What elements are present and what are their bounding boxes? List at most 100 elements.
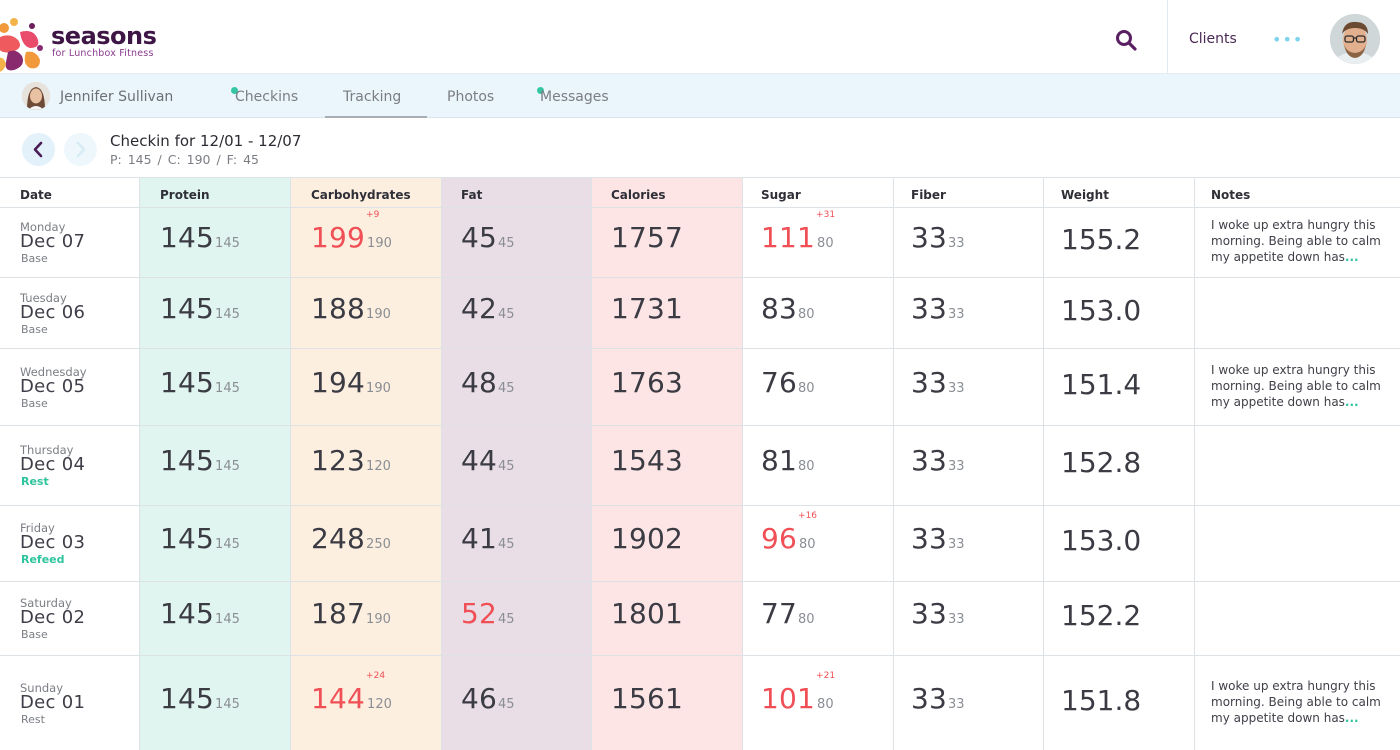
carbohydrates-cell[interactable]: 123120 xyxy=(311,444,391,477)
table-row[interactable]: Thursday Dec 04 Rest 145145 123120 4445 8180 33… xyxy=(0,425,1400,505)
calories-cell[interactable]: 1902 xyxy=(611,522,683,555)
app-header: seasons for Lunchbox Fitness Clients ••• xyxy=(0,0,1400,74)
clients-nav-link[interactable]: Clients xyxy=(1189,31,1237,47)
header-fat[interactable]: Fat xyxy=(461,188,482,202)
carbohydrates-cell[interactable]: 144 +24 120 xyxy=(311,671,392,715)
header-protein[interactable]: Protein xyxy=(160,188,210,202)
note-expand-link[interactable]: ... xyxy=(1345,395,1359,409)
protein-target: 145 xyxy=(215,381,240,396)
row-date: Dec 01 xyxy=(20,692,86,713)
fat-cell[interactable]: 4545 xyxy=(461,221,515,254)
search-icon[interactable] xyxy=(1114,28,1138,52)
fat-cell[interactable]: 4245 xyxy=(461,292,515,325)
carbohydrates-cell[interactable]: 248250 xyxy=(311,522,391,555)
protein-cell[interactable]: 145145 xyxy=(160,522,240,555)
fat-cell[interactable]: 4145 xyxy=(461,522,515,555)
carbohydrates-cell[interactable]: 199 +9 190 xyxy=(311,210,392,254)
fat-value: 42 xyxy=(461,292,498,325)
fat-value: 45 xyxy=(461,221,498,254)
fat-cell[interactable]: 5245 xyxy=(461,597,515,630)
carbohydrates-target-stack: +9 190 xyxy=(366,210,392,251)
table-row[interactable]: Sunday Dec 01 Rest 145145 144 +24 120 4645 101 +2… xyxy=(0,655,1400,750)
sugar-value: 101 xyxy=(761,682,816,715)
note-expand-link[interactable]: ... xyxy=(1345,250,1359,264)
table-row[interactable]: Tuesday Dec 06 Base 145145 188190 4245 8380 333… xyxy=(0,277,1400,348)
weight-cell[interactable]: 151.8 xyxy=(1061,684,1141,717)
table-row[interactable]: Wednesday Dec 05 Base 145145 194190 4845 7680 3… xyxy=(0,348,1400,425)
protein-cell[interactable]: 145145 xyxy=(160,682,240,715)
carbohydrates-cell[interactable]: 188190 xyxy=(311,292,391,325)
weight-cell[interactable]: 152.2 xyxy=(1061,599,1141,632)
header-weight[interactable]: Weight xyxy=(1061,188,1109,202)
fat-cell[interactable]: 4845 xyxy=(461,366,515,399)
brand-name[interactable]: seasons xyxy=(51,22,157,50)
header-sugar[interactable]: Sugar xyxy=(761,188,801,202)
weight-cell[interactable]: 155.2 xyxy=(1061,223,1141,256)
more-options-icon[interactable]: ••• xyxy=(1272,30,1302,50)
carbohydrates-value: 199 xyxy=(311,221,366,254)
calories-cell[interactable]: 1561 xyxy=(611,682,683,715)
header-carbohydrates[interactable]: Carbohydrates xyxy=(311,188,411,202)
weight-value: 151.8 xyxy=(1061,684,1142,717)
protein-cell[interactable]: 145145 xyxy=(160,597,240,630)
next-week-button[interactable] xyxy=(64,133,97,166)
sugar-cell[interactable]: 111 +31 80 xyxy=(761,210,835,254)
fat-cell[interactable]: 4445 xyxy=(461,444,515,477)
note-cell[interactable]: I woke up extra hungry this morning. Bei… xyxy=(1211,362,1387,410)
tab-photos[interactable]: Photos xyxy=(447,89,494,105)
table-row[interactable]: Saturday Dec 02 Base 145145 187190 5245 7780 33… xyxy=(0,581,1400,655)
calories-cell[interactable]: 1731 xyxy=(611,292,683,325)
header-fiber[interactable]: Fiber xyxy=(911,188,946,202)
sugar-cell[interactable]: 8180 xyxy=(761,444,815,477)
note-expand-link[interactable]: ... xyxy=(1345,711,1359,725)
tab-tracking[interactable]: Tracking xyxy=(343,89,401,105)
sugar-cell[interactable]: 96 +16 80 xyxy=(761,511,817,555)
calories-cell[interactable]: 1757 xyxy=(611,221,683,254)
table-row[interactable]: Monday Dec 07 Base 145145 199 +9 190 4545 111 +31… xyxy=(0,207,1400,277)
fiber-target: 33 xyxy=(948,236,965,251)
protein-cell[interactable]: 145145 xyxy=(160,366,240,399)
calories-cell[interactable]: 1543 xyxy=(611,444,683,477)
weight-cell[interactable]: 153.0 xyxy=(1061,294,1141,327)
weight-cell[interactable]: 152.8 xyxy=(1061,446,1141,479)
fat-cell[interactable]: 4645 xyxy=(461,682,515,715)
note-cell[interactable]: I woke up extra hungry this morning. Bei… xyxy=(1211,678,1387,726)
carbohydrates-cell[interactable]: 194190 xyxy=(311,366,391,399)
protein-cell[interactable]: 145145 xyxy=(160,292,240,325)
header-calories[interactable]: Calories xyxy=(611,188,666,202)
tab-checkins[interactable]: Checkins xyxy=(235,89,298,105)
table-row[interactable]: Friday Dec 03 Refeed 145145 248250 4145 96 +16 8… xyxy=(0,505,1400,581)
sugar-cell[interactable]: 7680 xyxy=(761,366,815,399)
fiber-cell[interactable]: 3333 xyxy=(911,682,965,715)
protein-cell[interactable]: 145145 xyxy=(160,221,240,254)
sugar-cell[interactable]: 7780 xyxy=(761,597,815,630)
carbohydrates-target: 120 xyxy=(367,697,392,712)
day-type: Base xyxy=(21,323,48,336)
protein-target: 145 xyxy=(215,697,240,712)
fiber-cell[interactable]: 3333 xyxy=(911,366,965,399)
note-cell[interactable]: I woke up extra hungry this morning. Bei… xyxy=(1211,217,1387,265)
client-avatar[interactable] xyxy=(22,82,50,110)
seasons-logo-icon[interactable] xyxy=(0,18,48,74)
sugar-cell[interactable]: 101 +21 80 xyxy=(761,671,835,715)
previous-week-button[interactable] xyxy=(22,133,55,166)
fiber-cell[interactable]: 3333 xyxy=(911,221,965,254)
row-date: Dec 03 xyxy=(20,532,86,553)
user-avatar[interactable] xyxy=(1330,14,1380,64)
header-date[interactable]: Date xyxy=(20,188,52,202)
fiber-cell[interactable]: 3333 xyxy=(911,292,965,325)
weight-value: 153.0 xyxy=(1061,294,1142,327)
calories-cell[interactable]: 1763 xyxy=(611,366,683,399)
sugar-cell[interactable]: 8380 xyxy=(761,292,815,325)
calories-value: 1543 xyxy=(611,444,684,477)
fiber-cell[interactable]: 3333 xyxy=(911,597,965,630)
carbohydrates-cell[interactable]: 187190 xyxy=(311,597,391,630)
header-notes[interactable]: Notes xyxy=(1211,188,1250,202)
calories-cell[interactable]: 1801 xyxy=(611,597,683,630)
weight-cell[interactable]: 153.0 xyxy=(1061,524,1141,557)
weight-cell[interactable]: 151.4 xyxy=(1061,368,1141,401)
fiber-cell[interactable]: 3333 xyxy=(911,444,965,477)
protein-cell[interactable]: 145145 xyxy=(160,444,240,477)
fiber-cell[interactable]: 3333 xyxy=(911,522,965,555)
tab-messages[interactable]: Messages xyxy=(540,89,609,105)
